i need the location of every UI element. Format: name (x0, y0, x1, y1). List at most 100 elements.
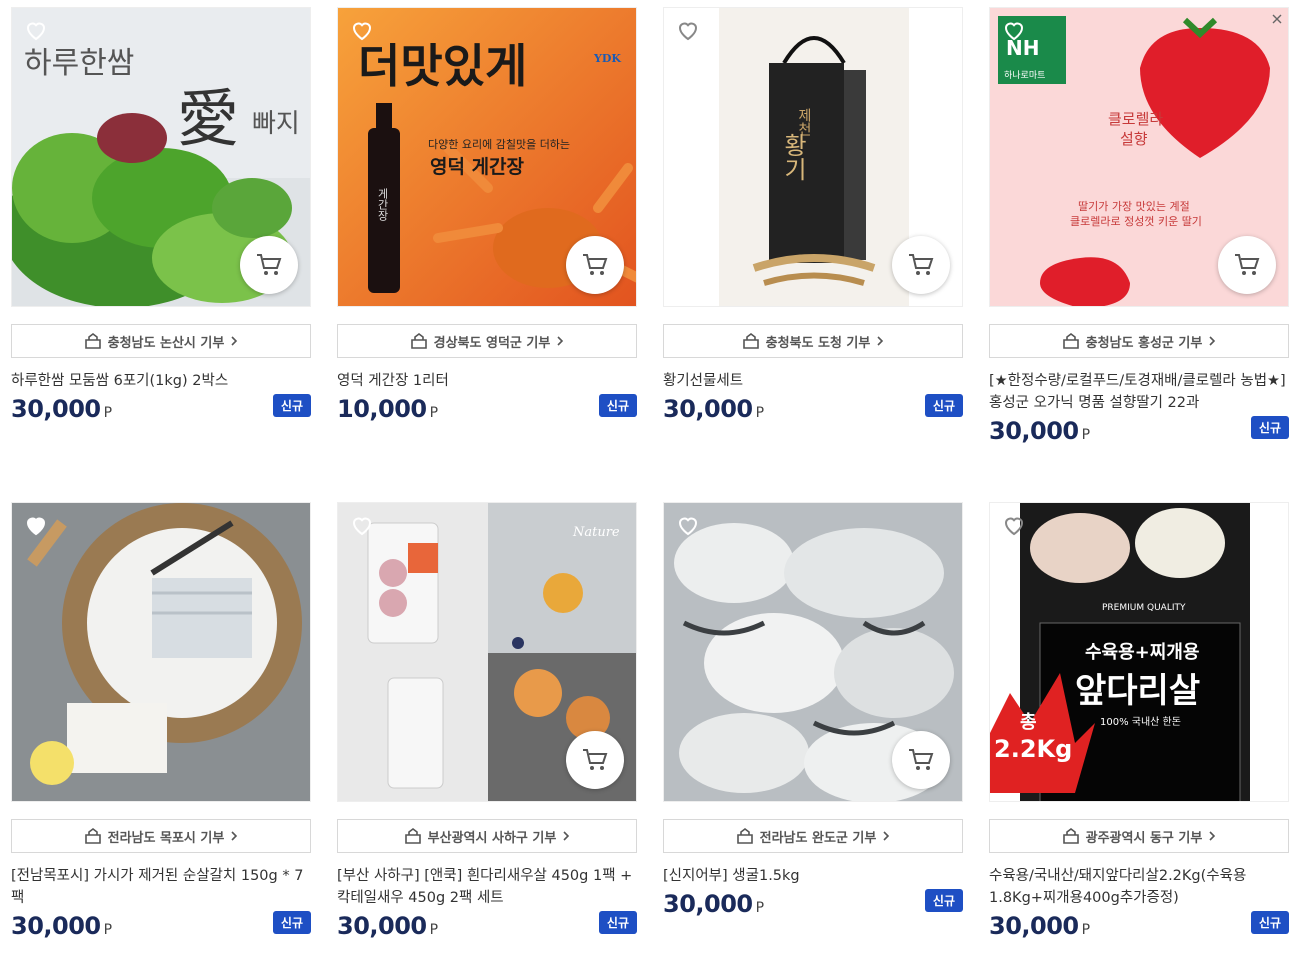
donation-label: 충청남도 논산시 기부 (107, 335, 225, 351)
product-card[interactable]: 더맛있게 다양한 요리에 감칠맛을 더하는 영덕 게간장 YDK 게간장 경상북… (337, 7, 637, 423)
donation-label: 전라남도 목포시 기부 (107, 830, 225, 846)
price-row: 30,000 P 신규 (11, 911, 311, 940)
donation-region-button[interactable]: 전라남도 목포시 기부 (11, 819, 311, 853)
donation-label: 광주광역시 동구 기부 (1085, 830, 1203, 846)
product-card[interactable]: 전라남도 완도군 기부 [신지어부] 생굴1.5kg 30,000 P 신규 (663, 502, 963, 918)
product-image[interactable]: 제천 황기 (663, 7, 963, 307)
donation-region-button[interactable]: 부산광역시 사하구 기부 (337, 819, 637, 853)
new-badge: 신규 (924, 889, 963, 912)
product-title[interactable]: 영덕 게간장 1리터 (337, 370, 637, 392)
new-badge: 신규 (598, 911, 637, 934)
product-card[interactable]: NH 하나로마트 클로렐라 설향 딸기가 가장 맛있는 계절 클로렐라로 정성껏… (989, 7, 1289, 445)
product-title[interactable]: 하루한쌈 모둠쌈 6포기(1kg) 2박스 (11, 370, 311, 392)
art-text: 하나로마트 (1004, 71, 1046, 81)
add-to-cart-button[interactable] (566, 236, 624, 294)
add-to-cart-button[interactable] (1218, 236, 1276, 294)
product-card[interactable]: PREMIUM QUALITY 수육용+찌개용 앞다리살 100% 국내산 한돈… (989, 502, 1289, 940)
new-badge: 신규 (272, 394, 311, 417)
donation-region-button[interactable]: 경상북도 영덕군 기부 (337, 324, 637, 358)
chevron-right-icon (231, 831, 238, 841)
product-price: 30,000 P (11, 912, 112, 940)
art-text: 제천 (796, 108, 812, 136)
product-card[interactable]: 하루한쌈 愛 빠지 충청남도 논산시 기부 하루한쌈 모둠쌈 6포기(1kg) … (11, 7, 311, 423)
ad-close-icon[interactable] (1272, 14, 1282, 24)
product-title[interactable]: [★한정수량/로컬푸드/토경재배/클로렐라 농법★] 홍성군 오가닉 명품 설향… (989, 370, 1289, 414)
new-badge: 신규 (924, 394, 963, 417)
product-price: 10,000 P (337, 395, 438, 423)
art-text: PREMIUM QUALITY (1102, 603, 1186, 613)
donation-label: 경상북도 영덕군 기부 (433, 335, 551, 351)
product-card[interactable]: 전라남도 목포시 기부 [전남목포시] 가시가 제거된 순살갈치 150g * … (11, 502, 311, 940)
art-text: 2.2Kg (994, 735, 1073, 763)
cart-icon (583, 254, 608, 275)
art-text: 영덕 게간장 (430, 156, 525, 178)
product-price: 30,000 P (663, 890, 764, 918)
add-to-cart-button[interactable] (892, 731, 950, 789)
product-card[interactable]: 제천 황기 충청북도 도청 기부 황기선물세트 30,000 P 신규 (663, 7, 963, 423)
price-row: 30,000 P 신규 (663, 394, 963, 423)
donation-region-button[interactable]: 충청남도 홍성군 기부 (989, 324, 1289, 358)
art-text: 다양한 요리에 감칠맛을 더하는 (428, 138, 571, 151)
donation-region-button[interactable]: 충청북도 도청 기부 (663, 324, 963, 358)
price-row: 30,000 P 신규 (989, 911, 1289, 940)
new-badge: 신규 (598, 394, 637, 417)
heart-icon[interactable] (676, 18, 700, 42)
art-text: YDK (594, 52, 621, 65)
art-text: 클로렐라로 정성껏 키운 딸기 (1070, 215, 1202, 228)
donation-box-icon (410, 333, 427, 349)
product-title[interactable]: 황기선물세트 (663, 370, 963, 392)
product-image[interactable]: PREMIUM QUALITY 수육용+찌개용 앞다리살 100% 국내산 한돈… (989, 502, 1289, 802)
heart-icon[interactable] (24, 513, 48, 537)
art-text: 클로렐라 (1108, 110, 1164, 128)
donation-region-button[interactable]: 충청남도 논산시 기부 (11, 324, 311, 358)
cart-icon (583, 749, 608, 770)
price-row: 30,000 P 신규 (11, 394, 311, 423)
heart-icon[interactable] (1002, 18, 1026, 42)
product-title[interactable]: 수육용/국내산/돼지앞다리살2.2Kg(수육용1.8Kg+찌개용400g추가증정… (989, 865, 1289, 909)
price-row: 30,000 P 신규 (663, 889, 963, 918)
new-badge: 신규 (1250, 416, 1289, 439)
donation-box-icon (84, 333, 101, 349)
donation-box-icon (742, 333, 759, 349)
donation-box-icon (84, 828, 101, 844)
product-image[interactable] (11, 502, 311, 802)
art-text: 더맛있게 (358, 39, 528, 93)
chevron-right-icon (231, 336, 238, 346)
heart-icon[interactable] (350, 513, 374, 537)
art-text: 황기 (779, 133, 807, 181)
new-badge: 신규 (1250, 911, 1289, 934)
cart-icon (909, 749, 934, 770)
art-text: 앞다리살 (1075, 671, 1201, 711)
art-text: 수육용+찌개용 (1085, 642, 1200, 663)
product-price: 30,000 P (663, 395, 764, 423)
add-to-cart-button[interactable] (240, 236, 298, 294)
product-card[interactable]: Nature 부산광역시 사하구 기부 [부산 사하구] [앤쿡] 흰다리새우살… (337, 502, 637, 940)
product-image[interactable]: 더맛있게 다양한 요리에 감칠맛을 더하는 영덕 게간장 YDK 게간장 (337, 7, 637, 307)
product-image[interactable]: 하루한쌈 愛 빠지 (11, 7, 311, 307)
donation-label: 충청북도 도청 기부 (765, 335, 871, 351)
heart-icon[interactable] (1002, 513, 1026, 537)
product-price: 30,000 P (11, 395, 112, 423)
donation-region-button[interactable]: 전라남도 완도군 기부 (663, 819, 963, 853)
price-row: 10,000 P 신규 (337, 394, 637, 423)
heart-icon[interactable] (350, 18, 374, 42)
product-image[interactable]: Nature (337, 502, 637, 802)
product-image[interactable]: NH 하나로마트 클로렐라 설향 딸기가 가장 맛있는 계절 클로렐라로 정성껏… (989, 7, 1289, 307)
product-image[interactable] (663, 502, 963, 802)
heart-icon[interactable] (24, 18, 48, 42)
art-text: Nature (573, 525, 620, 540)
donation-label: 충청남도 홍성군 기부 (1085, 335, 1203, 351)
art-text: 빠지 (252, 109, 300, 139)
chevron-right-icon (557, 336, 564, 346)
add-to-cart-button[interactable] (892, 236, 950, 294)
product-title[interactable]: [신지어부] 생굴1.5kg (663, 865, 963, 887)
product-price: 30,000 P (989, 912, 1090, 940)
product-title[interactable]: [부산 사하구] [앤쿡] 흰다리새우살 450g 1팩 + 칵테일새우 450… (337, 865, 637, 909)
add-to-cart-button[interactable] (566, 731, 624, 789)
chevron-right-icon (563, 831, 570, 841)
product-title[interactable]: [전남목포시] 가시가 제거된 순살갈치 150g * 7팩 (11, 865, 311, 909)
donation-region-button[interactable]: 광주광역시 동구 기부 (989, 819, 1289, 853)
art-text: 게간장 (376, 188, 389, 221)
cart-icon (909, 254, 934, 275)
heart-icon[interactable] (676, 513, 700, 537)
